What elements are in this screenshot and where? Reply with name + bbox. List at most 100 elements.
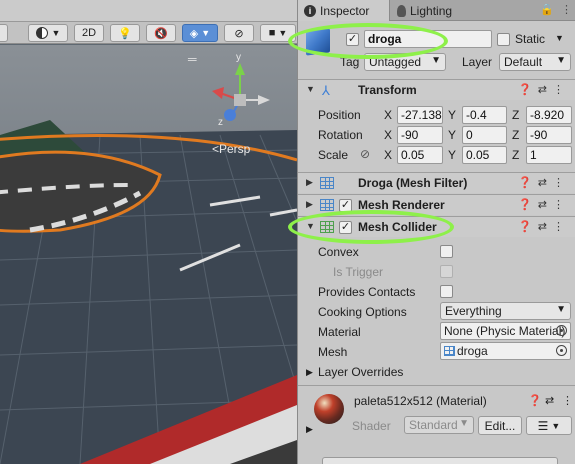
effects-toggle[interactable]: ◈ ▼	[182, 24, 218, 42]
gameobject-name-field[interactable]: droga	[364, 30, 492, 48]
tab-inspector[interactable]: i Inspector	[298, 0, 390, 21]
cooking-options-dropdown[interactable]: Everything ▼	[440, 302, 571, 320]
scale-y-field[interactable]: 0.05	[462, 146, 507, 164]
axis-z-label: Z	[512, 148, 520, 162]
mesh-label: Mesh	[318, 345, 348, 359]
layer-overrides-label[interactable]: Layer Overrides	[318, 365, 403, 379]
gameobject-active-checkbox[interactable]: ✓	[346, 33, 359, 46]
preset-icon[interactable]: ⇄	[538, 177, 553, 189]
menu-icon[interactable]: ═	[188, 52, 196, 66]
help-icon[interactable]: ❓	[518, 221, 538, 233]
fold-right-icon[interactable]: ▶	[306, 424, 313, 435]
transform-icon: ⅄	[322, 83, 330, 98]
provides-contacts-checkbox[interactable]	[440, 285, 453, 298]
audio-toggle[interactable]: 🔇	[146, 24, 176, 42]
lightbulb-icon: 💡	[118, 27, 132, 40]
transform-header[interactable]: ▼ ⅄ Transform ❓⇄⋮	[298, 79, 575, 100]
material-field[interactable]: None (Physic Material)	[440, 322, 571, 340]
object-picker-icon[interactable]	[556, 325, 567, 336]
help-icon[interactable]: ❓	[518, 177, 538, 189]
view-mode-label[interactable]: <Persp	[212, 142, 250, 156]
mesh-collider-header[interactable]: ▼ ✓ Mesh Collider ❓⇄⋮	[298, 216, 575, 237]
is-trigger-label: Is Trigger	[333, 265, 384, 279]
preset-icon[interactable]: ⇄	[538, 199, 553, 211]
component-title: Transform	[358, 83, 417, 97]
hidden-objects-toggle[interactable]: ⊘	[224, 24, 254, 42]
preset-icon[interactable]: ⇄	[545, 394, 554, 407]
chevron-down-icon: ▼	[556, 304, 566, 315]
preset-icon[interactable]: ⇄	[538, 84, 553, 96]
scale-label: Scale	[318, 148, 349, 162]
mode-2d-button[interactable]: 2D	[74, 24, 104, 42]
mesh-filter-header[interactable]: ▶ Droga (Mesh Filter) ❓⇄⋮	[298, 172, 575, 193]
fold-right-icon[interactable]: ▶	[306, 367, 313, 378]
edit-shader-button[interactable]: Edit...	[478, 416, 522, 435]
mesh-collider-enabled-checkbox[interactable]: ✓	[339, 221, 352, 234]
convex-checkbox[interactable]	[440, 245, 453, 258]
rotation-x-field[interactable]: -90	[397, 126, 443, 144]
scale-z-field[interactable]: 1	[526, 146, 572, 164]
static-checkbox[interactable]	[497, 33, 510, 46]
mesh-renderer-icon	[320, 199, 334, 211]
chevron-down-icon[interactable]: ▼	[555, 33, 564, 43]
chevron-down-icon: ▼	[551, 420, 561, 431]
kebab-menu-icon[interactable]: ⋮	[553, 199, 570, 211]
mute-icon: 🔇	[154, 27, 168, 40]
shader-options-button[interactable]: ☰ ▼	[526, 416, 572, 435]
fold-right-icon[interactable]: ▶	[306, 199, 313, 210]
chevron-down-icon: ▼	[51, 28, 61, 38]
sphere-icon	[35, 27, 48, 39]
rotation-y-field[interactable]: 0	[462, 126, 507, 144]
list-icon: ☰	[537, 418, 549, 433]
fold-right-icon[interactable]: ▶	[306, 177, 313, 188]
tab-lighting[interactable]: Lighting	[391, 0, 511, 21]
kebab-menu-icon[interactable]: ⋮	[553, 221, 570, 233]
axis-x-label: X	[384, 128, 393, 142]
fold-down-icon[interactable]: ▼	[306, 221, 315, 231]
inspector-panel: i Inspector Lighting 🔒 ⋮ ✓ droga Static …	[288, 0, 575, 464]
tab-label: Lighting	[410, 3, 453, 18]
mesh-field[interactable]: droga	[440, 342, 571, 360]
help-icon[interactable]: ❓	[518, 84, 538, 96]
scale-x-field[interactable]: 0.05	[397, 146, 443, 164]
position-x-field[interactable]: -27.138	[397, 106, 443, 124]
kebab-menu-icon[interactable]: ⋮	[553, 177, 570, 189]
scene-view[interactable]: ▼ 2D 💡 🔇 ◈ ▼ ⊘ ■ ▼ y z <Persp ═	[0, 0, 297, 464]
component-title: Mesh Renderer	[358, 198, 445, 212]
chevron-down-icon: ▼	[278, 28, 288, 38]
help-icon[interactable]: ❓	[518, 199, 538, 211]
rotation-z-field[interactable]: -90	[526, 126, 572, 144]
mesh-renderer-header[interactable]: ▶ ✓ Mesh Renderer ❓⇄⋮	[298, 194, 575, 215]
position-label: Position	[318, 108, 361, 122]
layer-dropdown[interactable]: Default ▼	[499, 53, 571, 71]
is-trigger-checkbox	[440, 265, 453, 278]
fold-down-icon[interactable]: ▼	[306, 84, 315, 94]
mesh-collider-icon	[320, 221, 334, 233]
lock-icon[interactable]: 🔒	[540, 4, 554, 16]
object-picker-icon[interactable]	[556, 345, 567, 356]
transform-body: Position X -27.138 Y -0.4 Z -8.920 Rotat…	[298, 104, 575, 166]
kebab-menu-icon[interactable]: ⋮	[561, 4, 572, 16]
preset-icon[interactable]: ⇄	[538, 221, 553, 233]
eye-slash-icon: ⊘	[234, 27, 244, 40]
position-y-field[interactable]: -0.4	[462, 106, 507, 124]
component-title: Droga (Mesh Filter)	[358, 176, 468, 190]
chevron-down-icon: ▼	[556, 55, 566, 66]
kebab-menu-icon[interactable]: ⋮	[562, 394, 573, 407]
shader-dropdown: Standard ▼	[404, 416, 474, 434]
link-icon[interactable]: ⊘	[360, 147, 370, 161]
kebab-menu-icon[interactable]: ⋮	[553, 84, 570, 96]
draw-mode-button[interactable]	[0, 24, 8, 42]
convex-label: Convex	[318, 245, 359, 259]
shading-mode-dropdown[interactable]: ▼	[28, 24, 68, 42]
camera-dropdown[interactable]: ■ ▼	[260, 24, 296, 42]
position-z-field[interactable]: -8.920	[526, 106, 572, 124]
add-component-button-edge[interactable]	[322, 457, 558, 464]
help-icon[interactable]: ❓	[528, 394, 542, 407]
layer-value: Default	[504, 55, 543, 69]
lighting-toggle[interactable]: 💡	[110, 24, 140, 42]
tag-dropdown[interactable]: Untagged ▼	[364, 53, 446, 71]
mesh-renderer-enabled-checkbox[interactable]: ✓	[339, 199, 352, 212]
scene-canvas[interactable]: y z	[0, 45, 297, 464]
shader-value: Standard	[409, 418, 458, 432]
